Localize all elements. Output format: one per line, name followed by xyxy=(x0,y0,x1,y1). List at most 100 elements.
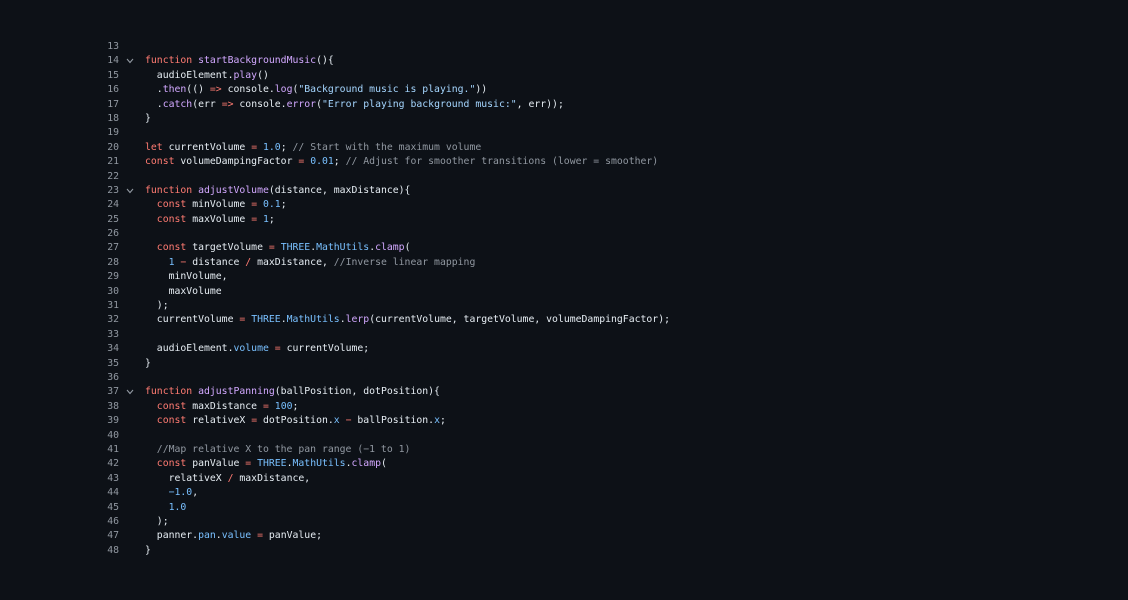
code-token: error xyxy=(286,98,317,110)
line-number: 16 xyxy=(107,84,119,96)
chevron-down-icon[interactable] xyxy=(124,184,136,198)
code-line[interactable]: 17 .catch(err => console.error("Error pl… xyxy=(0,98,1128,112)
code-line[interactable]: 48} xyxy=(0,544,1128,558)
code-line[interactable]: 14 function startBackgroundMusic(){ xyxy=(0,54,1128,68)
code-text: audioElement.play() xyxy=(145,69,269,83)
line-number: 28 xyxy=(107,256,119,268)
code-line[interactable]: 35} xyxy=(0,357,1128,371)
code-token: const xyxy=(156,400,187,412)
code-text: } xyxy=(145,112,151,126)
code-editor[interactable]: 13 14 function startBackgroundMusic(){15 a… xyxy=(0,0,1128,600)
code-line[interactable]: 37 function adjustPanning(ballPosition, d… xyxy=(0,385,1128,399)
code-line[interactable]: 40 xyxy=(0,429,1128,443)
code-line[interactable]: 47 panner.pan.value = panValue; xyxy=(0,529,1128,543)
line-number: 15 xyxy=(107,69,119,81)
code-text: minVolume, xyxy=(145,270,228,284)
code-text: 1 − distance / maxDistance, //Inverse li… xyxy=(145,256,476,270)
line-number: 29 xyxy=(107,271,119,283)
code-line[interactable]: 29 minVolume, xyxy=(0,270,1128,284)
chevron-down-icon[interactable] xyxy=(124,54,136,68)
code-token: console. xyxy=(233,98,287,110)
code-line[interactable]: 32 currentVolume = THREE.MathUtils.lerp(… xyxy=(0,313,1128,327)
code-token: lerp xyxy=(345,314,370,326)
code-line[interactable]: 44 −1.0, xyxy=(0,486,1128,500)
code-line[interactable]: 15 audioElement.play() xyxy=(0,69,1128,83)
code-line[interactable]: 23 function adjustVolume(distance, maxDis… xyxy=(0,184,1128,198)
code-token: , xyxy=(192,487,199,499)
line-number: 23 xyxy=(107,184,119,196)
code-token: console. xyxy=(221,84,275,96)
code-line[interactable]: 33 xyxy=(0,328,1128,342)
line-number: 39 xyxy=(107,415,119,427)
line-number: 42 xyxy=(107,458,119,470)
code-token: play xyxy=(233,69,258,81)
code-line[interactable]: 28 1 − distance / maxDistance, //Inverse… xyxy=(0,256,1128,270)
code-token: volumeDampingFactor xyxy=(174,156,299,168)
code-line[interactable]: 24 const minVolume = 0.1; xyxy=(0,198,1128,212)
line-number: 34 xyxy=(107,343,119,355)
code-token: targetVolume xyxy=(186,242,269,254)
code-line[interactable]: 27 const targetVolume = THREE.MathUtils.… xyxy=(0,241,1128,255)
code-text: function startBackgroundMusic(){ xyxy=(145,54,334,68)
code-line[interactable]: 36 xyxy=(0,371,1128,385)
code-line[interactable]: 41 //Map relative X to the pan range (−1… xyxy=(0,443,1128,457)
line-number: 32 xyxy=(107,314,119,326)
code-line[interactable]: 46 ); xyxy=(0,515,1128,529)
code-token: log xyxy=(274,84,293,96)
code-line[interactable]: 39 const relativeX = dotPosition.x − bal… xyxy=(0,414,1128,428)
code-text: ); xyxy=(145,299,169,313)
code-text: 1.0 xyxy=(145,501,187,515)
code-text: function adjustVolume(distance, maxDista… xyxy=(145,184,410,198)
code-line[interactable]: 34 audioElement.volume = currentVolume; xyxy=(0,342,1128,356)
code-line[interactable]: 21 const volumeDampingFactor = 0.01; // A… xyxy=(0,155,1128,169)
code-line[interactable]: 30 maxVolume xyxy=(0,285,1128,299)
chevron-down-icon[interactable] xyxy=(124,385,136,399)
code-line[interactable]: 18} xyxy=(0,112,1128,126)
code-token: audioElement. xyxy=(156,69,234,81)
code-line[interactable]: 42 const panValue = THREE.MathUtils.clam… xyxy=(0,457,1128,471)
code-token: (){ xyxy=(316,55,334,67)
code-token: MathUtils xyxy=(286,314,340,326)
code-token: "Background music is playing." xyxy=(298,84,476,96)
code-token: panValue xyxy=(186,458,246,470)
code-token: clamp xyxy=(375,242,405,254)
code-token: −1.0 xyxy=(168,487,193,499)
code-token: ); xyxy=(156,515,169,527)
code-token: THREE xyxy=(251,314,281,326)
code-token: (distance, maxDistance){ xyxy=(268,184,411,196)
code-line[interactable]: 13 xyxy=(0,40,1128,54)
code-token: audioElement. xyxy=(156,343,234,355)
line-number: 30 xyxy=(107,285,119,297)
code-token: ; xyxy=(280,199,287,211)
code-line[interactable]: 38 const maxDistance = 100; xyxy=(0,400,1128,414)
code-token: maxVolume xyxy=(186,213,252,225)
line-number: 48 xyxy=(107,544,119,556)
code-token: function xyxy=(145,386,193,398)
code-line[interactable]: 43 relativeX / maxDistance, xyxy=(0,472,1128,486)
code-line[interactable]: 19 xyxy=(0,126,1128,140)
code-token: // Adjust for smoother transitions (lowe… xyxy=(345,156,659,168)
code-line[interactable]: 31 ); xyxy=(0,299,1128,313)
code-token: const xyxy=(156,415,187,427)
line-number: 19 xyxy=(107,127,119,139)
code-line[interactable]: 26 xyxy=(0,227,1128,241)
code-line[interactable]: 25 const maxVolume = 1; xyxy=(0,213,1128,227)
code-line[interactable]: 16 .then(() => console.log("Background m… xyxy=(0,83,1128,97)
code-token: const xyxy=(145,156,175,168)
code-line[interactable]: 45 1.0 xyxy=(0,501,1128,515)
code-token: const xyxy=(156,242,187,254)
code-token: } xyxy=(145,357,151,369)
line-number: 24 xyxy=(107,199,119,211)
code-token: currentVolume xyxy=(156,314,240,326)
code-line[interactable]: 20 let currentVolume = 1.0; // Start with… xyxy=(0,141,1128,155)
code-line[interactable]: 22 xyxy=(0,170,1128,184)
line-number: 37 xyxy=(107,386,119,398)
